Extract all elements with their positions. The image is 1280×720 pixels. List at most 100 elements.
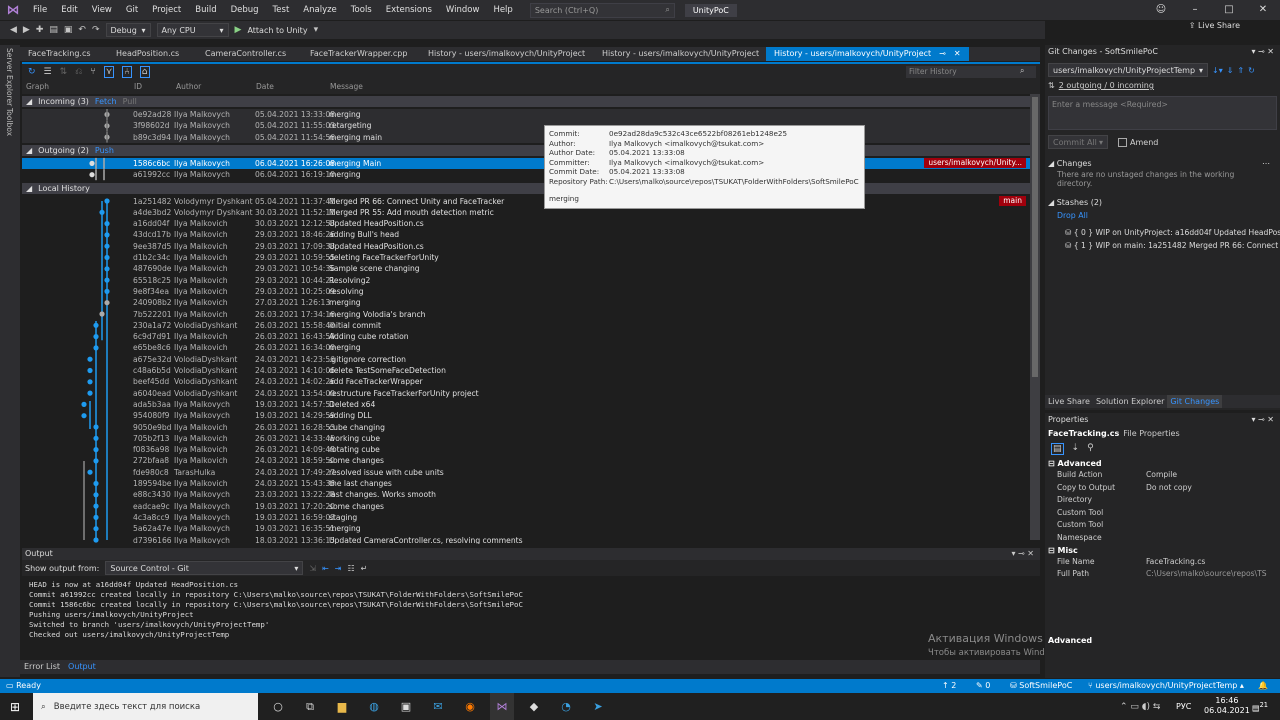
panel-controls[interactable]: ▾ ⊸ ✕ (1251, 45, 1274, 59)
commit-row[interactable]: c48a6b5d VolodiaDyshkant 24.03.2021 14:10:… (22, 365, 1030, 376)
account-icon[interactable]: ☺ (1144, 0, 1178, 20)
attach-button[interactable]: Attach to Unity (247, 26, 307, 35)
list-view-icon[interactable]: ☰ (44, 67, 52, 77)
play-icon[interactable]: ▶ (235, 25, 242, 35)
windows-start-icon[interactable]: ⊞ (10, 700, 20, 714)
close-button[interactable]: ✕ (1246, 0, 1280, 20)
col-date[interactable]: Date (256, 80, 330, 94)
output-panel-controls[interactable]: ▾ ⊸ ✕ (1011, 548, 1034, 560)
commit-row[interactable]: 189594be Ilya Malkovich 24.03.2021 15:43:3… (22, 478, 1030, 489)
property-row[interactable]: Copy to Output Directory Do not copy (1045, 482, 1280, 507)
commit-row[interactable]: 954080f9 Ilya Malkovych 19.03.2021 14:29:5… (22, 410, 1030, 421)
task-view-icon[interactable]: ⧉ (298, 693, 322, 720)
action-center-icon[interactable]: ▤21 (1252, 701, 1268, 713)
new-item-icon[interactable]: ✚ (36, 25, 44, 35)
minimize-button[interactable]: – (1178, 0, 1212, 20)
tab-facetracking[interactable]: FaceTracking.cs (20, 47, 108, 61)
commit-row[interactable]: b89c3d94 Ilya Malkovych 05.04.2021 11:54:5… (22, 131, 1030, 143)
menu-git[interactable]: Git (119, 5, 145, 15)
commit-row[interactable]: 43dcd17b Ilya Malkovich 29.03.2021 18:46:2… (22, 229, 1030, 240)
history-scrollbar[interactable] (1030, 94, 1040, 540)
compare-icon[interactable]: ⇅ (60, 67, 68, 77)
commit-row[interactable]: 1a251482 Volodymyr Dyshkant 05.04.2021 11:… (22, 195, 1030, 207)
commit-row[interactable]: a4de3bd2 Volodymyr Dyshkant 30.03.2021 11:… (22, 207, 1030, 218)
tab-live-share[interactable]: Live Share (1045, 395, 1093, 408)
sync-icon[interactable]: ↻ (1248, 66, 1255, 75)
mail-icon[interactable]: ✉ (426, 693, 450, 720)
branch-dropdown[interactable]: users/imalkovych/UnityProjectTemp ▾ (1048, 63, 1208, 77)
show-remote-branches-icon[interactable]: ⑃ (122, 66, 132, 78)
commit-row[interactable]: 65518c25 Ilya Malkovich 29.03.2021 10:44:2… (22, 275, 1030, 286)
push-icon[interactable]: ⇑ (1237, 66, 1244, 75)
commit-all-button[interactable]: Commit All ▾ (1048, 135, 1108, 149)
taskbar-search[interactable]: ⌕ Введите здесь текст для поиска (33, 693, 258, 720)
stash-item[interactable]: ⛁ { 0 } WIP on UnityProject: a16dd04f Up… (1045, 224, 1280, 237)
commit-row[interactable]: e88c3430 Ilya Malkovych 23.03.2021 13:22:2… (22, 489, 1030, 500)
pending-changes[interactable]: ✎ 0 (976, 679, 990, 693)
sourcetree-icon[interactable]: ◔ (554, 693, 578, 720)
menu-edit[interactable]: Edit (54, 5, 84, 15)
cortana-icon[interactable]: ○ (266, 693, 290, 720)
col-id[interactable]: ID (134, 80, 176, 94)
show-first-parent-icon[interactable]: ⋎ (103, 66, 115, 78)
firefox-icon[interactable]: ◉ (458, 693, 482, 720)
server-explorer-tab[interactable]: Server Explorer (5, 48, 14, 106)
visual-studio-icon[interactable]: ⋈ (490, 693, 514, 720)
prev-message-icon[interactable]: ⇤ (322, 564, 329, 573)
commit-row[interactable]: 272bfaa8 Ilya Malkovich 24.03.2021 18:59:5… (22, 455, 1030, 466)
menu-analyze[interactable]: Analyze (296, 5, 344, 15)
fetch-icon[interactable]: ↓▾ (1212, 66, 1223, 75)
redo-icon[interactable]: ↷ (92, 25, 100, 35)
chevron-down-icon[interactable]: ▾ (314, 25, 319, 35)
menu-file[interactable]: File (26, 5, 54, 15)
property-row[interactable]: Custom Tool (1045, 507, 1280, 520)
tab-history-2[interactable]: History - users/imalkovych/UnityProject (594, 47, 766, 61)
outgoing-incoming-link[interactable]: 2 outgoing / 0 incoming (1059, 81, 1154, 90)
alphabetical-icon[interactable]: ⇣ (1072, 443, 1080, 455)
find-message-icon[interactable]: ⇲ (309, 564, 316, 573)
notifications-icon[interactable]: 🔔 (1258, 679, 1268, 693)
menu-view[interactable]: View (85, 5, 119, 15)
save-icon[interactable]: ▣ (64, 25, 73, 35)
menu-window[interactable]: Window (439, 5, 487, 15)
property-value[interactable]: Do not copy (1146, 482, 1192, 507)
search-input[interactable]: Search (Ctrl+Q) ⌕ (529, 2, 675, 18)
commit-row[interactable]: a675e32d VolodiaDyshkant 24.03.2021 14:23:… (22, 354, 1030, 365)
commit-row[interactable]: a16dd04f Ilya Malkovich 30.03.2021 12:12:5… (22, 218, 1030, 229)
open-icon[interactable]: ▤ (49, 25, 58, 35)
unity-icon[interactable]: ◆ (522, 693, 546, 720)
commit-row[interactable]: d7396166 Ilya Malkovych 18.03.2021 13:36:1… (22, 535, 1030, 545)
clock[interactable]: 16:46 06.04.2021 (1204, 696, 1250, 716)
tab-git-changes[interactable]: Git Changes (1167, 395, 1223, 408)
output-source-dropdown[interactable]: Source Control - Git ▾ (105, 561, 304, 575)
tab-facetrackerwrapper[interactable]: FaceTrackerWrapper.cpp (302, 47, 420, 61)
commit-row[interactable]: 9ee387d5 Ilya Malkovich 29.03.2021 17:09:3… (22, 241, 1030, 252)
categorized-icon[interactable]: ▤ (1051, 443, 1064, 455)
commit-row[interactable]: 0e92ad28 Ilya Malkovych 05.04.2021 13:33:0… (22, 109, 1030, 121)
filter-history-input[interactable]: Filter History (906, 66, 1036, 78)
commit-row[interactable]: fde980c8 TarasHulka 24.03.2021 17:49:27 res… (22, 467, 1030, 478)
property-pages-icon[interactable]: ⚲ (1087, 443, 1094, 455)
branch-tag-main[interactable]: main (999, 195, 1026, 206)
show-tags-icon[interactable]: ⌂ (139, 66, 150, 78)
menu-extensions[interactable]: Extensions (379, 5, 439, 15)
commit-row[interactable]: 9e8f34ea Ilya Malkovich 29.03.2021 10:25:0… (22, 286, 1030, 297)
branch-tag[interactable]: users/imalkovych/Unity... (924, 157, 1026, 168)
commit-row[interactable]: 1586c6bc Ilya Malkovych 06.04.2021 16:26:0… (22, 157, 1030, 170)
file-explorer-icon[interactable]: ▆ (330, 693, 354, 720)
commit-row[interactable]: a6040ead VolodiaDyshkant 24.03.2021 13:54:… (22, 388, 1030, 399)
property-row[interactable]: Full Path C:\Users\malko\source\repos\TS (1045, 568, 1280, 581)
commit-row[interactable]: 9050e9bd Ilya Malkovich 26.03.2021 16:28:5… (22, 422, 1030, 433)
pull-icon[interactable]: ⇓ (1227, 66, 1234, 75)
live-share-button[interactable]: ⇪ Live Share (1189, 21, 1240, 30)
forward-icon[interactable]: ▶ (23, 25, 30, 35)
commit-row[interactable]: f0836a98 Ilya Malkovich 26.03.2021 14:09:4… (22, 444, 1030, 455)
config-dropdown[interactable]: Debug ▾ (105, 23, 151, 37)
more-icon[interactable]: ⋯ (1262, 159, 1270, 168)
stashes-header[interactable]: ◢ Stashes (2) (1045, 190, 1280, 207)
telegram-icon[interactable]: ➤ (586, 693, 610, 720)
menu-tools[interactable]: Tools (344, 5, 379, 15)
back-icon[interactable]: ◀ (10, 25, 17, 35)
misc-header[interactable]: ⊟ Misc (1045, 545, 1280, 556)
amend-checkbox[interactable]: Amend (1118, 137, 1158, 147)
